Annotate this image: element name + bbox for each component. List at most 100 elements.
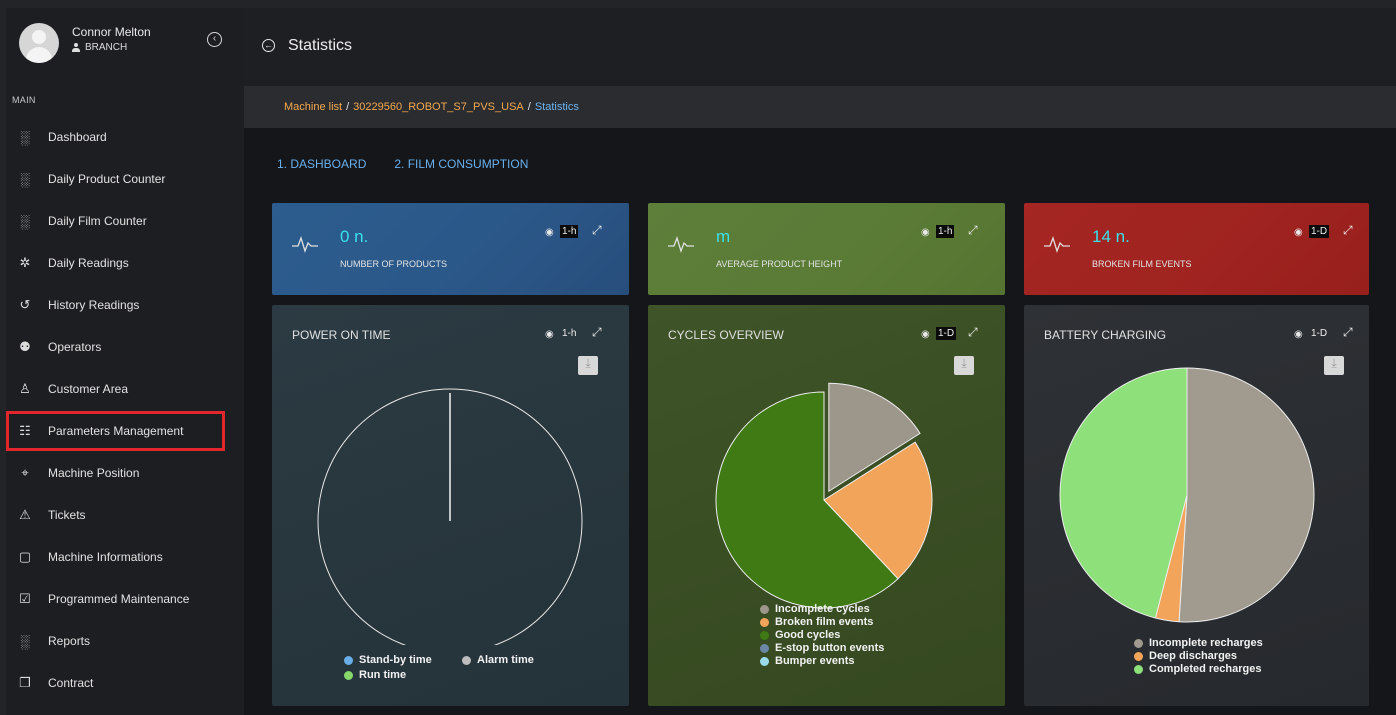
tab-dashboard[interactable]: 1. DASHBOARD bbox=[277, 157, 366, 171]
sidebar-item-customer-area[interactable]: ♙ Customer Area bbox=[6, 368, 244, 410]
eye-icon[interactable]: ◉ bbox=[1294, 329, 1305, 340]
person-icon: ♙ bbox=[19, 381, 31, 396]
legend-swatch bbox=[1134, 665, 1143, 674]
eye-icon[interactable]: ◉ bbox=[545, 329, 556, 340]
legend-label: Bumper events bbox=[775, 655, 855, 667]
warning-icon: ⚠ bbox=[19, 507, 31, 522]
expand-icon[interactable]: ⤢ bbox=[592, 325, 602, 340]
sidebar-item-history-readings[interactable]: ↺ History Readings bbox=[6, 284, 244, 326]
location-icon: ⌖ bbox=[21, 465, 29, 480]
eye-icon[interactable]: ◉ bbox=[545, 227, 556, 238]
chart-legend: Stand-by time Alarm time Run time bbox=[344, 654, 574, 682]
sidebar-item-tickets[interactable]: ⚠ Tickets bbox=[6, 494, 244, 536]
legend-item[interactable]: Deep discharges bbox=[1134, 650, 1263, 663]
sidebar-item-label: Daily Film Counter bbox=[48, 214, 147, 228]
breadcrumb-machine[interactable]: 30229560_ROBOT_S7_PVS_USA bbox=[353, 101, 524, 113]
sidebar-item-operators[interactable]: ⚉ Operators bbox=[6, 326, 244, 368]
sidebar-item-parameters-management[interactable]: ☷ Parameters Management bbox=[6, 411, 225, 451]
sidebar: Connor Melton BRANCH ‹ MAIN ░ Dashboard ░ D… bbox=[6, 8, 244, 715]
sidebar-item-daily-readings[interactable]: ✲ Daily Readings bbox=[6, 242, 244, 284]
sidebar-item-label: Customer Area bbox=[48, 382, 129, 396]
user-name: Connor Melton bbox=[72, 25, 151, 39]
stat-value: 0 n. bbox=[340, 227, 369, 246]
chart-icon: ░ bbox=[20, 633, 30, 649]
sidebar-item-label: Dashboard bbox=[48, 130, 107, 144]
pie-chart-battery bbox=[1059, 367, 1315, 623]
legend-item[interactable]: Incomplete recharges bbox=[1134, 637, 1263, 650]
legend-label: Incomplete cycles bbox=[775, 603, 870, 615]
checklist-icon: ☑ bbox=[19, 591, 31, 606]
pulse-icon bbox=[668, 235, 694, 253]
chart-title: POWER ON TIME bbox=[292, 328, 391, 342]
chart-legend: Incomplete recharges Deep discharges Compl… bbox=[1134, 637, 1263, 676]
legend-item[interactable]: E-stop button events bbox=[760, 642, 884, 655]
expand-icon[interactable]: ⤢ bbox=[1343, 223, 1353, 238]
tab-bar: 1. DASHBOARD 2. FILM CONSUMPTION bbox=[277, 157, 528, 171]
sidebar-item-dashboard[interactable]: ░ Dashboard bbox=[6, 116, 244, 158]
pulse-icon bbox=[292, 235, 318, 253]
back-arrow-icon[interactable]: ← bbox=[262, 39, 275, 52]
stat-label: BROKEN FILM EVENTS bbox=[1092, 259, 1192, 269]
breadcrumb-bar: Machine list / 30229560_ROBOT_S7_PVS_USA… bbox=[244, 86, 1396, 128]
user-role: BRANCH bbox=[72, 42, 127, 53]
expand-icon[interactable]: ⤢ bbox=[592, 223, 602, 238]
sidebar-item-label: Machine Informations bbox=[48, 550, 163, 564]
expand-icon[interactable]: ⤢ bbox=[1343, 325, 1353, 340]
legend-item[interactable]: Broken film events bbox=[760, 616, 884, 629]
legend-swatch bbox=[760, 657, 769, 666]
legend-item[interactable]: Run time bbox=[344, 669, 462, 682]
sidebar-item-programmed-maintenance[interactable]: ☑ Programmed Maintenance bbox=[6, 578, 244, 620]
period-selector[interactable]: 1-h bbox=[936, 225, 955, 238]
history-icon: ↺ bbox=[19, 297, 31, 312]
pie-chart-cycles bbox=[715, 382, 933, 609]
sidebar-item-daily-film-counter[interactable]: ░ Daily Film Counter bbox=[6, 200, 244, 242]
legend-swatch bbox=[760, 644, 769, 653]
period-selector[interactable]: 1-h bbox=[560, 225, 579, 238]
legend-swatch bbox=[760, 631, 769, 640]
breadcrumb-machine-list[interactable]: Machine list bbox=[284, 101, 342, 113]
eye-icon[interactable]: ◉ bbox=[921, 227, 932, 238]
legend-label: Broken film events bbox=[775, 616, 874, 628]
topbar: ← Statistics bbox=[244, 8, 1396, 86]
sidebar-item-label: History Readings bbox=[48, 298, 140, 312]
expand-icon[interactable]: ⤢ bbox=[968, 325, 978, 340]
sidebar-item-machine-position[interactable]: ⌖ Machine Position bbox=[6, 452, 244, 494]
chart-title: CYCLES OVERVIEW bbox=[668, 328, 784, 342]
legend-label: Incomplete recharges bbox=[1149, 637, 1263, 649]
legend-item[interactable]: Good cycles bbox=[760, 629, 884, 642]
period-selector[interactable]: 1-D bbox=[1309, 225, 1330, 238]
sidebar-item-contract[interactable]: ❐ Contract bbox=[6, 662, 244, 704]
readings-icon: ✲ bbox=[19, 255, 31, 270]
period-selector[interactable]: 1-h bbox=[560, 327, 578, 340]
clipboard-icon: ▢ bbox=[18, 549, 32, 564]
sidebar-item-machine-informations[interactable]: ▢ Machine Informations bbox=[6, 536, 244, 578]
avatar[interactable] bbox=[19, 23, 59, 63]
pie-chart-power-on bbox=[317, 388, 583, 645]
sidebar-item-label: Tickets bbox=[48, 508, 86, 522]
chart-card-power-on: POWER ON TIME ◉ 1-h ⤢ ⤓ Stand-by time Ala… bbox=[272, 305, 629, 706]
chart-card-battery: BATTERY CHARGING ◉ 1-D ⤢ ⤓ Incomplete re… bbox=[1024, 305, 1369, 706]
users-icon: ⚉ bbox=[19, 339, 31, 354]
legend-item[interactable]: Completed recharges bbox=[1134, 663, 1263, 676]
breadcrumb: Machine list / 30229560_ROBOT_S7_PVS_USA… bbox=[284, 101, 579, 113]
sidebar-item-daily-product-counter[interactable]: ░ Daily Product Counter bbox=[6, 158, 244, 200]
legend-item[interactable]: Alarm time bbox=[462, 654, 562, 667]
collapse-sidebar-button[interactable]: ‹ bbox=[207, 32, 222, 47]
eye-icon[interactable]: ◉ bbox=[921, 329, 932, 340]
sidebar-item-label: Machine Position bbox=[48, 466, 140, 480]
period-selector[interactable]: 1-D bbox=[936, 327, 957, 340]
pie-slice-incomplete-recharges[interactable] bbox=[1178, 367, 1315, 623]
chart-icon: ░ bbox=[20, 171, 30, 187]
user-role-label: BRANCH bbox=[85, 42, 128, 53]
tab-film-consumption[interactable]: 2. FILM CONSUMPTION bbox=[394, 157, 528, 171]
period-selector[interactable]: 1-D bbox=[1309, 327, 1329, 340]
legend-item[interactable]: Incomplete cycles bbox=[760, 603, 884, 616]
eye-icon[interactable]: ◉ bbox=[1294, 227, 1305, 238]
sidebar-item-reports[interactable]: ░ Reports bbox=[6, 620, 244, 662]
legend-item[interactable]: Stand-by time bbox=[344, 654, 462, 667]
chart-card-cycles: CYCLES OVERVIEW ◉ 1-D ⤢ ⤓ Incomplete cyc… bbox=[648, 305, 1005, 706]
legend-label: E-stop button events bbox=[775, 642, 885, 654]
expand-icon[interactable]: ⤢ bbox=[968, 223, 978, 238]
legend-item[interactable]: Bumper events bbox=[760, 655, 884, 668]
sidebar-item-label: Programmed Maintenance bbox=[48, 592, 190, 606]
